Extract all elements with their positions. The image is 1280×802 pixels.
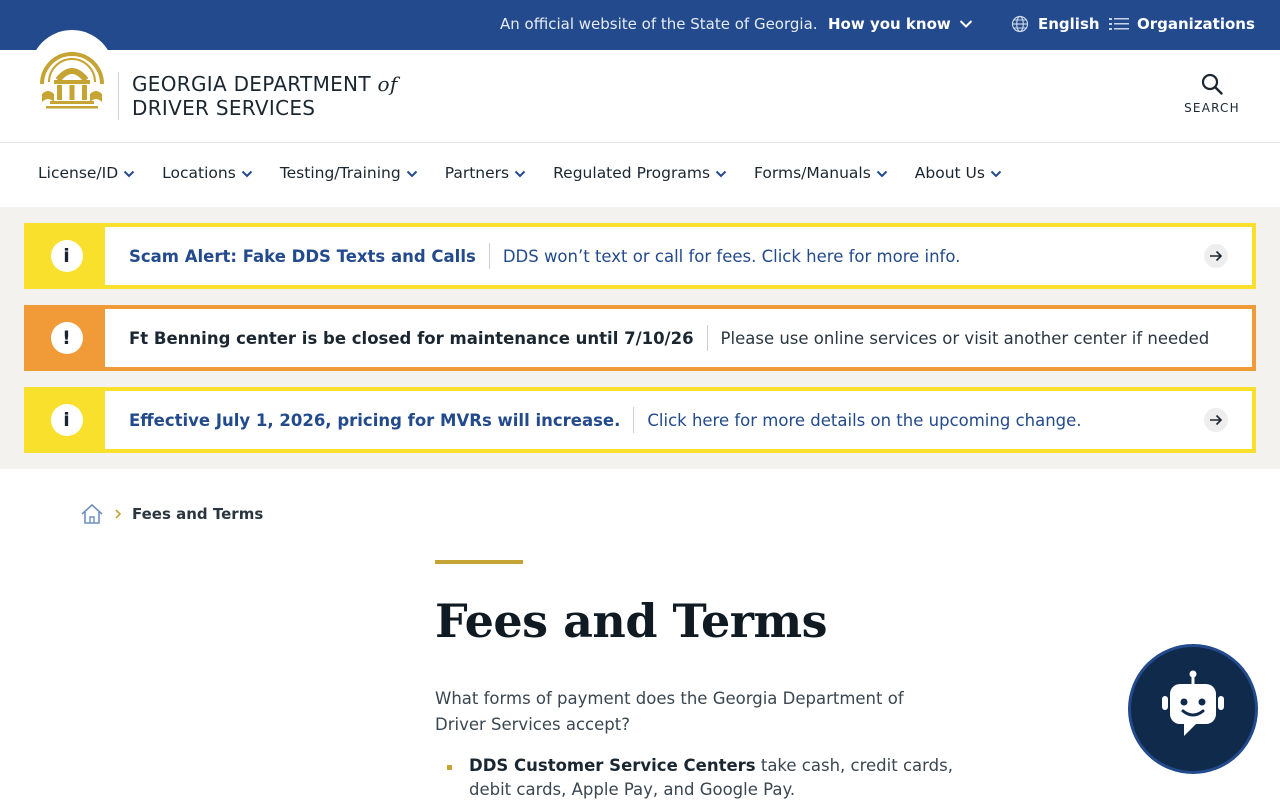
alert-icon-cell: ! bbox=[28, 309, 105, 367]
alerts-region: i Scam Alert: Fake DDS Texts and Calls D… bbox=[0, 207, 1280, 469]
list-item: DDS Customer Service Centers take cash, … bbox=[447, 754, 955, 802]
georgia-seal-icon bbox=[40, 52, 104, 109]
page-title: Fees and Terms bbox=[435, 594, 828, 648]
alert-message: Click here for more details on the upcom… bbox=[647, 410, 1082, 430]
breadcrumb-current: Fees and Terms bbox=[132, 505, 264, 523]
nav-label: Forms/Manuals bbox=[754, 164, 871, 182]
nav-label: Locations bbox=[162, 164, 236, 182]
alert-title: Effective July 1, 2026, pricing for MVRs… bbox=[129, 410, 621, 430]
chatbot-button[interactable] bbox=[1128, 644, 1258, 774]
official-site-text: An official website of the State of Geor… bbox=[500, 15, 818, 33]
chevron-down-icon bbox=[959, 20, 972, 28]
payment-list: DDS Customer Service Centers take cash, … bbox=[435, 754, 955, 802]
alert-title: Ft Benning center is be closed for maint… bbox=[129, 328, 694, 348]
organizations-link[interactable]: Organizations bbox=[1109, 15, 1255, 33]
chevron-right-icon bbox=[115, 509, 122, 519]
chevron-down-icon bbox=[514, 170, 526, 178]
chevron-down-icon bbox=[990, 170, 1002, 178]
nav-label: About Us bbox=[914, 164, 985, 182]
chevron-down-icon bbox=[876, 170, 888, 178]
arrow-right-icon[interactable] bbox=[1204, 408, 1228, 432]
nav-item-testing-training[interactable]: Testing/Training bbox=[280, 164, 418, 182]
georgia-seal-logo[interactable] bbox=[30, 30, 114, 114]
chevron-down-icon bbox=[715, 170, 727, 178]
home-icon[interactable] bbox=[80, 503, 104, 525]
alert-scam[interactable]: i Scam Alert: Fake DDS Texts and Calls D… bbox=[24, 223, 1256, 289]
nav-item-partners[interactable]: Partners bbox=[445, 164, 526, 182]
official-banner: An official website of the State of Geor… bbox=[0, 0, 1280, 50]
main-navigation: License/ID Locations Testing/Training Pa… bbox=[0, 143, 1280, 207]
info-icon: i bbox=[50, 240, 83, 272]
globe-icon bbox=[1011, 15, 1029, 33]
alert-message: Please use online services or visit anot… bbox=[720, 328, 1210, 348]
brand-line-1: GEORGIA DEPARTMENT bbox=[132, 72, 371, 96]
nav-item-license-id[interactable]: License/ID bbox=[38, 164, 135, 182]
language-selector[interactable]: English bbox=[1011, 15, 1100, 33]
alert-icon-cell: i bbox=[28, 227, 105, 285]
arrow-right-icon[interactable] bbox=[1204, 244, 1228, 268]
nav-item-forms-manuals[interactable]: Forms/Manuals bbox=[754, 164, 888, 182]
info-icon: i bbox=[50, 404, 83, 436]
alert-center-closure: ! Ft Benning center is be closed for mai… bbox=[24, 305, 1256, 371]
agency-name[interactable]: GEORGIA DEPARTMENT of DRIVER SERVICES bbox=[118, 72, 398, 120]
nav-item-locations[interactable]: Locations bbox=[162, 164, 253, 182]
nav-item-regulated-programs[interactable]: Regulated Programs bbox=[553, 164, 727, 182]
search-button[interactable]: SEARCH bbox=[1180, 72, 1244, 115]
chevron-down-icon bbox=[123, 170, 135, 178]
alert-title: Scam Alert: Fake DDS Texts and Calls bbox=[129, 246, 476, 266]
list-item-bold: DDS Customer Service Centers bbox=[469, 756, 756, 775]
site-header: GEORGIA DEPARTMENT of DRIVER SERVICES SE… bbox=[0, 30, 1280, 143]
nav-label: Partners bbox=[444, 164, 510, 182]
title-accent-bar bbox=[435, 560, 523, 564]
list-icon bbox=[1109, 18, 1129, 30]
alert-message: DDS won’t text or call for fees. Click h… bbox=[502, 246, 961, 266]
search-icon bbox=[1201, 73, 1223, 95]
divider bbox=[633, 407, 635, 433]
search-label: SEARCH bbox=[1184, 101, 1240, 115]
how-you-know-toggle[interactable]: How you know bbox=[828, 15, 973, 33]
nav-label: Regulated Programs bbox=[553, 164, 711, 182]
intro-text: What forms of payment does the Georgia D… bbox=[435, 689, 904, 734]
brand-line-2: DRIVER SERVICES bbox=[132, 96, 316, 120]
chevron-down-icon bbox=[406, 170, 417, 178]
main-content: Fees and Terms What forms of payment doe… bbox=[435, 560, 955, 802]
organizations-label: Organizations bbox=[1137, 15, 1255, 33]
alert-icon-cell: i bbox=[28, 391, 105, 449]
nav-item-about-us[interactable]: About Us bbox=[915, 164, 1002, 182]
breadcrumb: Fees and Terms bbox=[80, 503, 263, 525]
nav-label: Testing/Training bbox=[279, 164, 401, 182]
brand-of: of bbox=[377, 72, 398, 96]
how-you-know-label: How you know bbox=[828, 15, 951, 33]
exclamation-icon: ! bbox=[50, 322, 83, 354]
nav-label: License/ID bbox=[38, 164, 119, 182]
language-label: English bbox=[1038, 15, 1100, 33]
alert-mvr-pricing[interactable]: i Effective July 1, 2026, pricing for MV… bbox=[24, 387, 1256, 453]
robot-icon bbox=[1162, 670, 1224, 736]
divider bbox=[488, 243, 490, 269]
chevron-down-icon bbox=[241, 170, 253, 178]
divider bbox=[706, 325, 708, 351]
